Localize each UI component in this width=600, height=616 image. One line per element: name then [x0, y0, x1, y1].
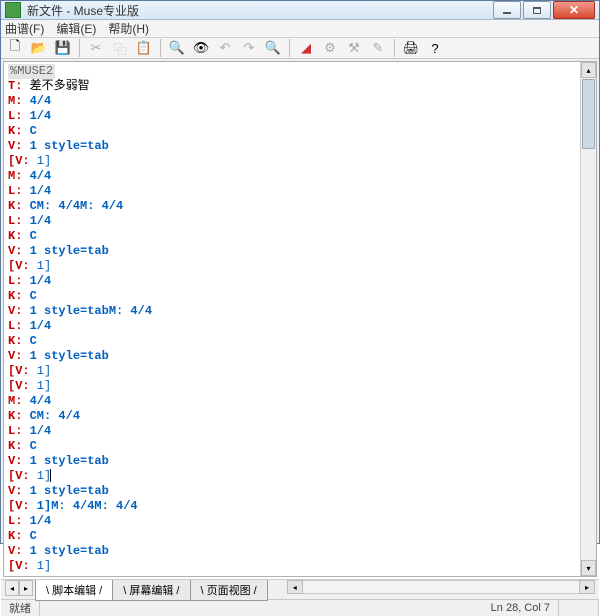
hscroll-track[interactable] [303, 580, 579, 594]
separator [160, 39, 161, 57]
hscroll-right-icon[interactable]: ▸ [579, 580, 595, 594]
undo-icon[interactable]: ↶ [215, 38, 235, 58]
toolbar: 🗋 📂 💾 ✂ ⿻ 📋 🔍 👁 ↶ ↷ 🔍 ◢ ⚙ ⚒ ✎ 🖨 ? [1, 38, 599, 59]
tab-page-view[interactable]: \ 页面视图 / [190, 580, 268, 601]
scroll-down-icon[interactable]: ▾ [581, 560, 596, 576]
new-icon[interactable]: 🗋 [5, 38, 25, 58]
app-window: 新文件 - Muse专业版 ✕ 曲谱(F) 编辑(E) 帮助(H) 🗋 📂 💾 … [0, 0, 600, 544]
open-icon[interactable]: 📂 [29, 38, 49, 58]
code-editor[interactable]: %MUSE2T: 差不多弱智M: 4/4L: 1/4K: CV: 1 style… [4, 62, 580, 576]
save-icon[interactable]: 💾 [53, 38, 73, 58]
tool1-icon[interactable]: ◢ [296, 38, 316, 58]
tab-nav-prev-icon[interactable]: ▸ [19, 580, 33, 596]
scroll-up-icon[interactable]: ▴ [581, 62, 596, 78]
scroll-thumb[interactable] [582, 79, 595, 149]
find-icon[interactable]: 🔍 [167, 38, 187, 58]
minimize-button[interactable] [493, 1, 521, 19]
tool4-icon[interactable]: ✎ [368, 38, 388, 58]
hscroll-left-icon[interactable]: ◂ [287, 580, 303, 594]
status-position: Ln 28, Col 7 [483, 600, 559, 616]
vertical-scrollbar[interactable]: ▴ ▾ [580, 62, 596, 576]
window-title: 新文件 - Muse专业版 [27, 2, 493, 19]
menu-score[interactable]: 曲谱(F) [5, 20, 44, 37]
menu-bar: 曲谱(F) 编辑(E) 帮助(H) [1, 20, 599, 38]
tab-nav-first-icon[interactable]: ◂ [5, 580, 19, 596]
tab-strip: ◂ ▸ \ 脚本编辑 / \ 屏幕编辑 / \ 页面视图 / ◂ ▸ [1, 579, 599, 599]
maximize-button[interactable] [523, 1, 551, 19]
separator [79, 39, 80, 57]
tab-script-edit[interactable]: \ 脚本编辑 / [35, 580, 113, 601]
editor-area: %MUSE2T: 差不多弱智M: 4/4L: 1/4K: CV: 1 style… [3, 61, 597, 577]
menu-edit[interactable]: 编辑(E) [56, 20, 96, 37]
copy-icon[interactable]: ⿻ [110, 38, 130, 58]
tool2-icon[interactable]: ⚙ [320, 38, 340, 58]
horizontal-scrollbar[interactable]: ◂ ▸ [287, 580, 595, 594]
separator [394, 39, 395, 57]
close-button[interactable]: ✕ [553, 1, 595, 19]
status-empty [559, 600, 599, 616]
cut-icon[interactable]: ✂ [86, 38, 106, 58]
binoculars-icon[interactable]: 👁 [191, 38, 211, 58]
separator [289, 39, 290, 57]
paste-icon[interactable]: 📋 [134, 38, 154, 58]
status-bar: 就绪 Ln 28, Col 7 [1, 599, 599, 616]
print-icon[interactable]: 🖨 [401, 38, 421, 58]
menu-help[interactable]: 帮助(H) [108, 20, 149, 37]
redo-icon[interactable]: ↷ [239, 38, 259, 58]
help-icon[interactable]: ? [425, 38, 445, 58]
find-red-icon[interactable]: 🔍 [263, 38, 283, 58]
tab-screen-edit[interactable]: \ 屏幕编辑 / [112, 580, 190, 601]
app-icon [5, 2, 21, 18]
title-bar[interactable]: 新文件 - Muse专业版 ✕ [1, 1, 599, 20]
status-ready: 就绪 [1, 600, 40, 616]
tool3-icon[interactable]: ⚒ [344, 38, 364, 58]
